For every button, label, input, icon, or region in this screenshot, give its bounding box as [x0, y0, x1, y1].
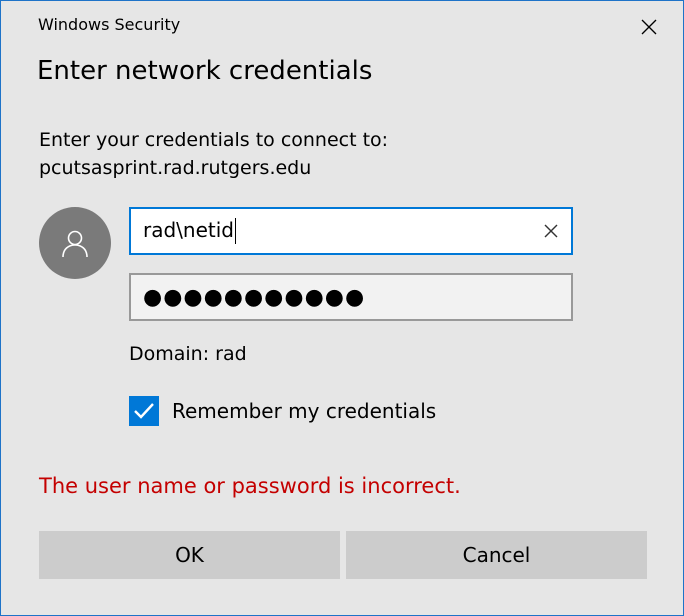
clear-username-button[interactable]	[531, 209, 571, 253]
password-input[interactable]: ●●●●●●●●●●●	[131, 285, 571, 310]
error-message: The user name or password is incorrect.	[39, 474, 461, 498]
username-field[interactable]: rad\netid	[129, 207, 573, 255]
ok-button[interactable]: OK	[39, 531, 340, 579]
password-field[interactable]: ●●●●●●●●●●●	[129, 273, 573, 321]
username-value: rad\netid	[143, 217, 234, 242]
dialog-heading: Enter network credentials	[37, 56, 373, 86]
checkbox-box[interactable]	[129, 396, 159, 426]
username-input[interactable]: rad\netid	[131, 218, 531, 245]
connection-prompt: Enter your credentials to connect to: pc…	[39, 126, 388, 182]
avatar	[39, 207, 111, 279]
remember-credentials-checkbox[interactable]: Remember my credentials	[129, 396, 436, 426]
server-name: pcutsasprint.rad.rutgers.edu	[39, 157, 312, 179]
checkmark-icon	[134, 403, 154, 419]
credentials-dialog: Windows Security Enter network credentia…	[0, 0, 684, 616]
remember-label: Remember my credentials	[172, 399, 437, 423]
user-silhouette-icon	[62, 230, 88, 258]
close-icon	[544, 224, 558, 238]
domain-label: Domain: rad	[129, 343, 247, 365]
cancel-button[interactable]: Cancel	[346, 531, 647, 579]
close-button[interactable]	[629, 9, 669, 45]
prompt-text: Enter your credentials to connect to:	[39, 129, 389, 151]
close-icon	[641, 19, 657, 35]
text-caret	[235, 218, 236, 245]
window-title: Windows Security	[38, 15, 181, 34]
